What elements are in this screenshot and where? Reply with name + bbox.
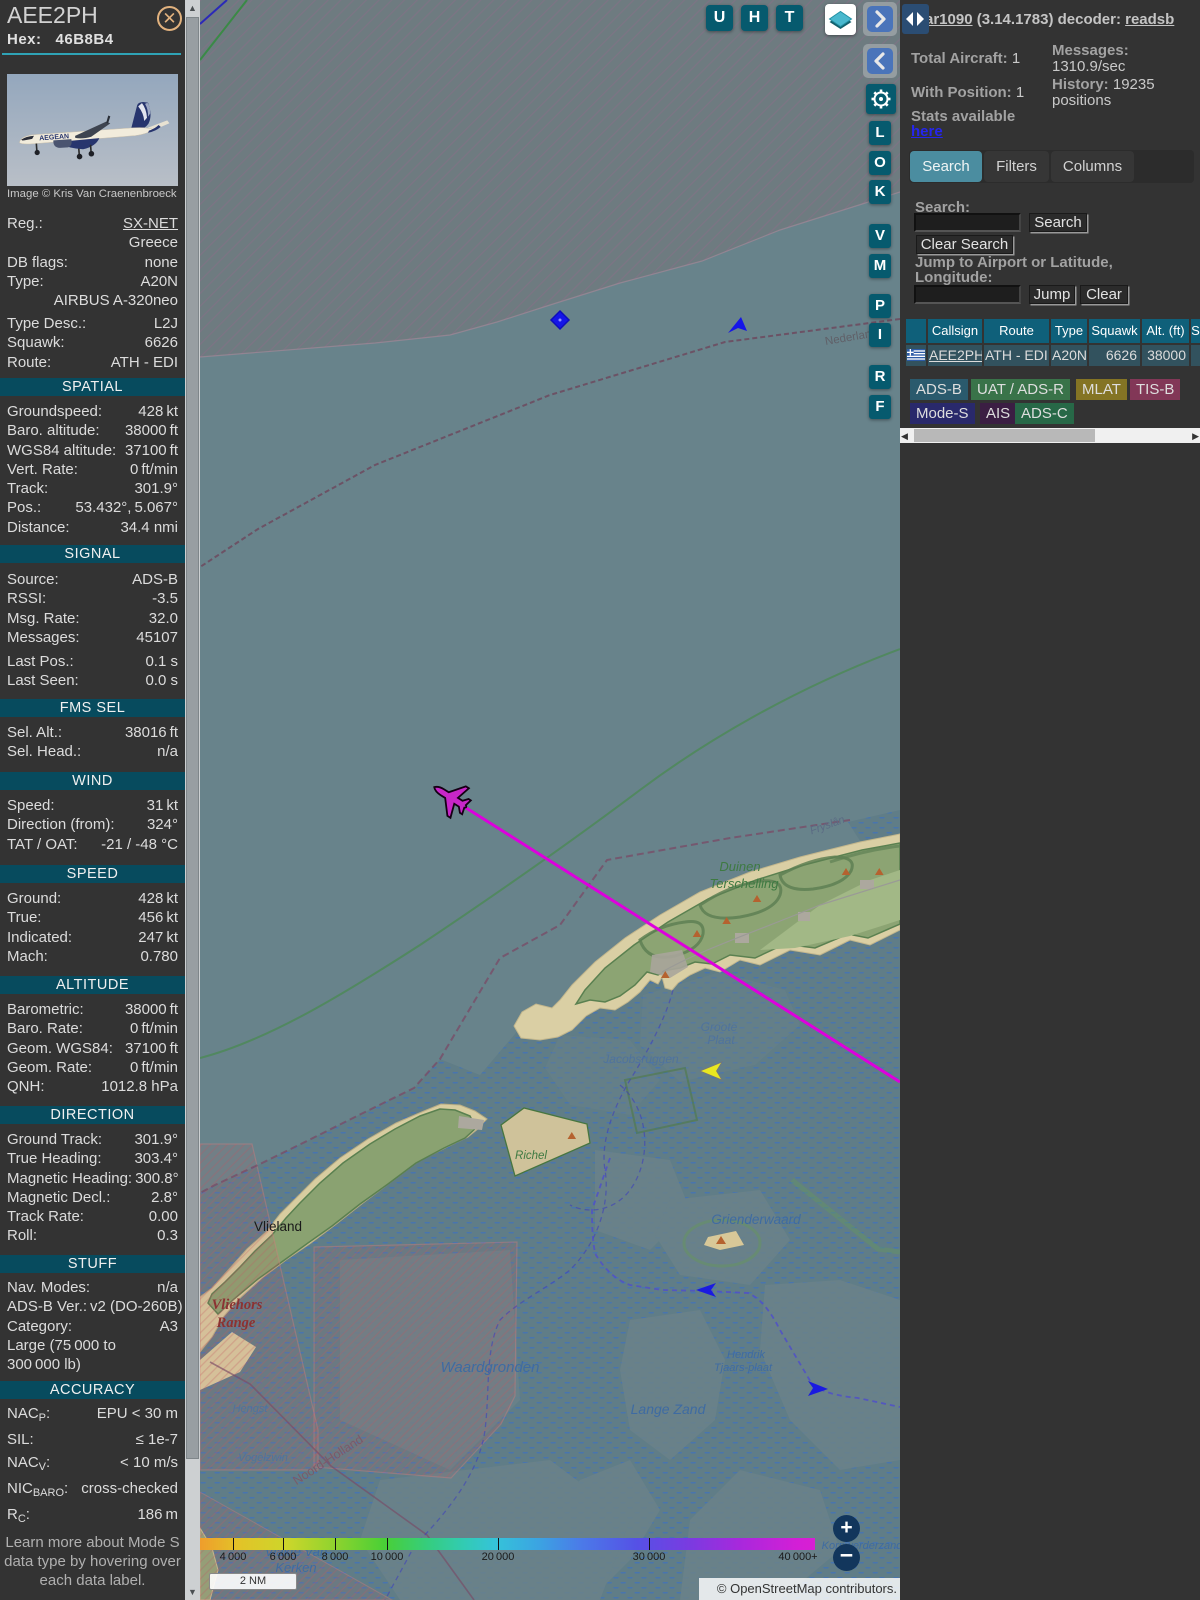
svg-text:Groote: Groote bbox=[701, 1020, 738, 1034]
svg-text:Duinen: Duinen bbox=[719, 859, 760, 874]
svg-text:Tjaars-plaat: Tjaars-plaat bbox=[714, 1362, 773, 1374]
svg-text:Hendrik: Hendrik bbox=[727, 1349, 765, 1361]
svg-text:Kornwerderzand: Kornwerderzand bbox=[822, 1540, 900, 1552]
svg-text:Grienderwaard: Grienderwaard bbox=[711, 1212, 801, 1227]
svg-text:Vlieland: Vlieland bbox=[254, 1219, 302, 1234]
svg-text:Waardgronden: Waardgronden bbox=[441, 1359, 540, 1376]
svg-text:Range: Range bbox=[216, 1315, 256, 1331]
svg-text:Richel: Richel bbox=[515, 1150, 547, 1162]
svg-text:Vogelzwin: Vogelzwin bbox=[238, 1452, 288, 1464]
svg-text:Terschelling: Terschelling bbox=[710, 876, 780, 891]
svg-text:Vliehors: Vliehors bbox=[212, 1297, 263, 1313]
svg-text:Lange Zand: Lange Zand bbox=[631, 1401, 707, 1417]
svg-text:Jacobsruggen: Jacobsruggen bbox=[602, 1052, 679, 1066]
svg-text:Hengst: Hengst bbox=[233, 1403, 269, 1415]
svg-text:Plaat: Plaat bbox=[707, 1033, 735, 1047]
